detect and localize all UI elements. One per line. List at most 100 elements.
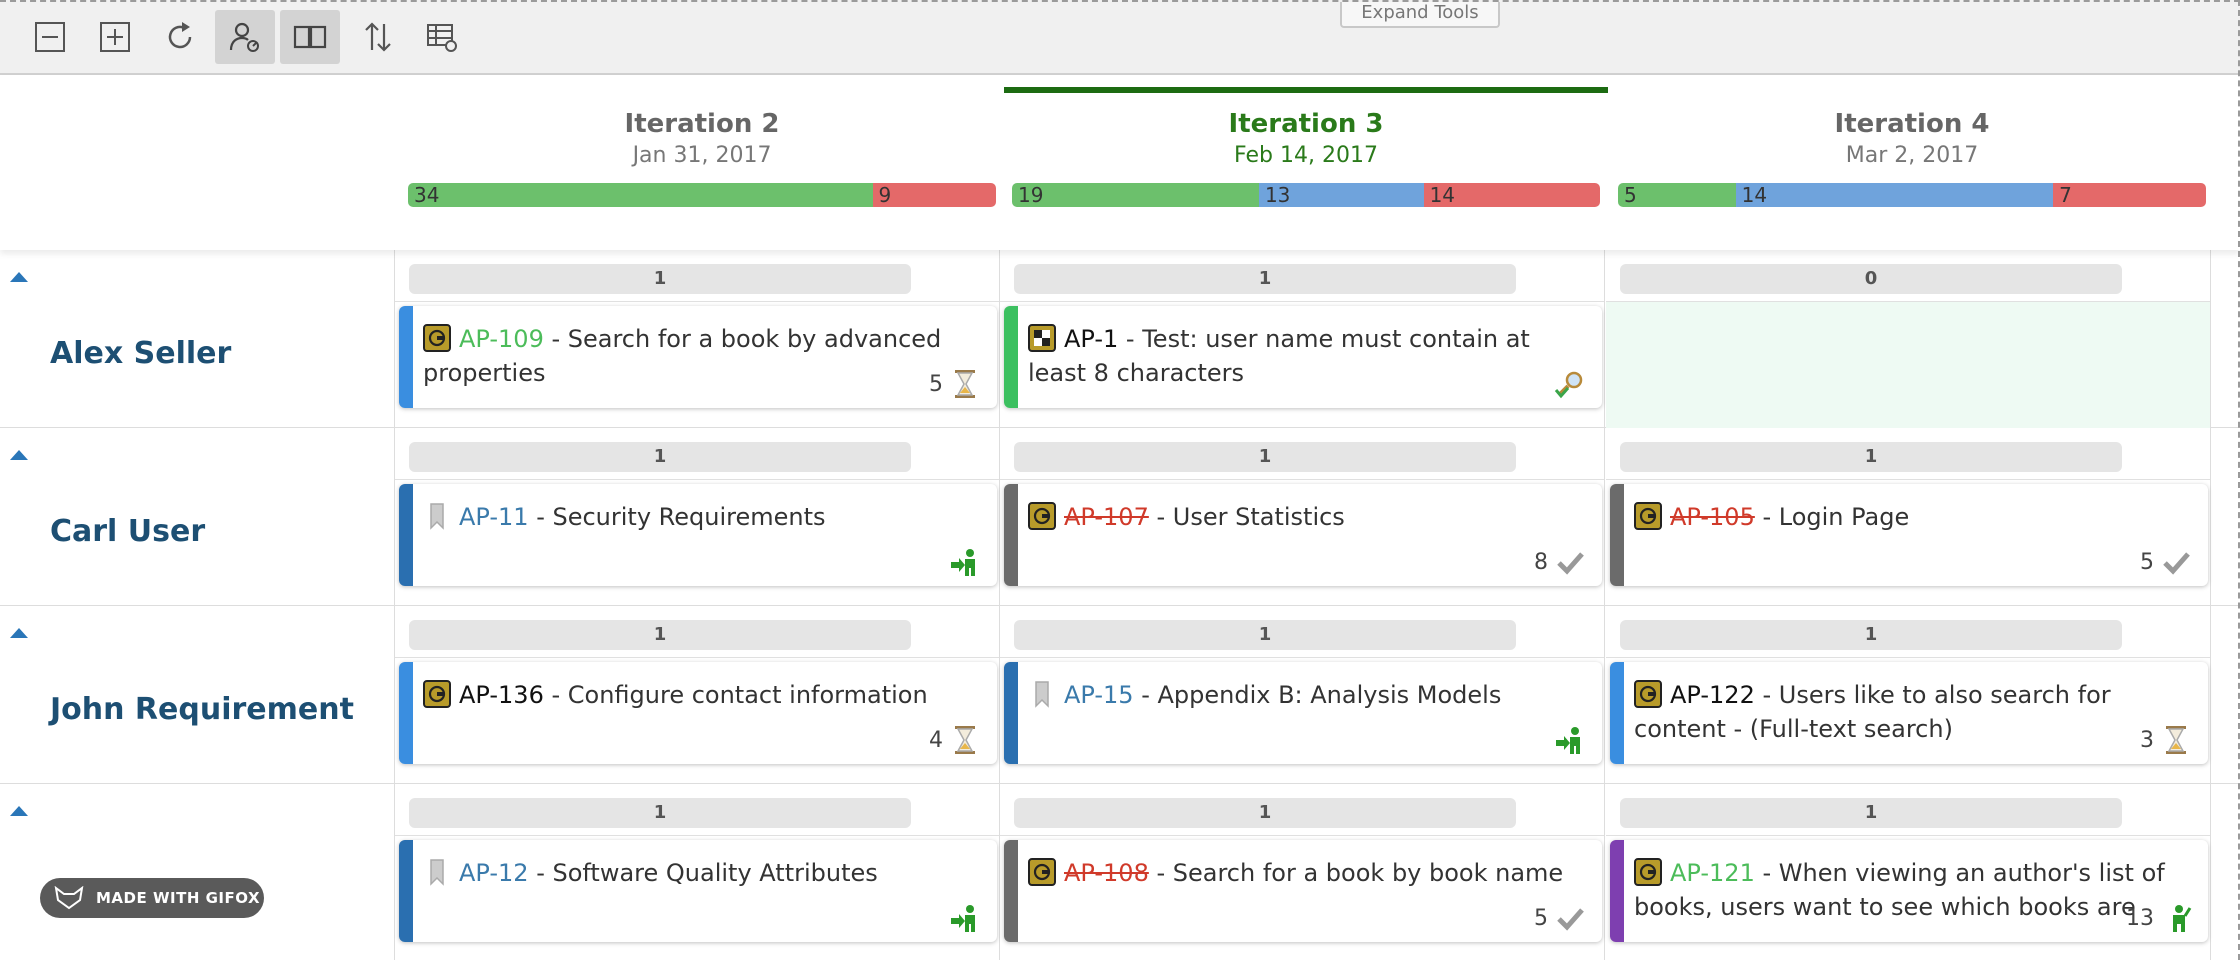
expand-all-icon[interactable] xyxy=(85,10,145,64)
item-key-link[interactable]: AP-15 xyxy=(1064,681,1134,709)
item-count-badge: 1 xyxy=(1014,620,1516,650)
divider xyxy=(1606,657,2210,658)
divider xyxy=(395,301,999,302)
divider xyxy=(1000,301,1604,302)
collapse-all-icon[interactable] xyxy=(20,10,80,64)
board-cell[interactable]: 1 AP-12 - Software Quality Attributes xyxy=(395,784,1000,960)
member-name[interactable]: Alex Seller xyxy=(50,336,231,371)
iteration-stats-bar: 34 9 xyxy=(408,183,996,207)
item-count-badge: 1 xyxy=(409,798,911,828)
divider xyxy=(1606,835,2210,836)
hourglass-icon xyxy=(955,370,975,398)
collapse-row-icon[interactable] xyxy=(10,272,28,282)
feature-icon xyxy=(1634,502,1662,530)
card-estimate xyxy=(943,898,981,938)
item-key-link[interactable]: AP-105 xyxy=(1670,503,1755,531)
expand-tools-button[interactable]: Expand Tools xyxy=(1340,2,1500,28)
item-title: - Search for a book by book name xyxy=(1148,859,1564,887)
fox-icon xyxy=(54,886,84,910)
card-text: AP-122 - Users like to also search for c… xyxy=(1634,678,2194,746)
work-item-card[interactable]: AP-107 - User Statistics 8 xyxy=(1004,484,1602,586)
iterations-header: Iteration 2 Jan 31, 2017 34 9 Iteration 3… xyxy=(0,75,2240,250)
estimate-value: 5 xyxy=(1534,905,1548,931)
collapse-row-icon[interactable] xyxy=(10,628,28,638)
item-key-link[interactable]: AP-12 xyxy=(459,859,529,887)
card-text: AP-136 - Configure contact information xyxy=(423,678,983,712)
board-cell[interactable]: 1 AP-121 - When viewing an author's list … xyxy=(1606,784,2211,960)
item-key-link[interactable]: AP-1 xyxy=(1064,325,1118,353)
card-status-stripe xyxy=(1004,484,1018,586)
item-key-link[interactable]: AP-107 xyxy=(1064,503,1149,531)
user-settings-icon[interactable] xyxy=(215,10,275,64)
card-estimate: 5 xyxy=(2140,542,2192,582)
member-name[interactable]: John Requirement xyxy=(50,692,354,727)
card-status-stripe xyxy=(399,484,413,586)
feature-icon xyxy=(1028,858,1056,886)
iteration-title: Iteration 4 xyxy=(1834,109,1990,139)
watermark-text: MADE WITH GIFOX xyxy=(96,889,261,907)
card-text: AP-12 - Software Quality Attributes xyxy=(423,856,983,890)
item-title: - User Statistics xyxy=(1148,503,1345,531)
item-key-link[interactable]: AP-122 xyxy=(1670,681,1755,709)
item-key-link[interactable]: AP-11 xyxy=(459,503,529,531)
swimlane-member-cell: Carl User xyxy=(0,428,395,606)
sort-icon[interactable] xyxy=(348,10,408,64)
iteration-date: Feb 14, 2017 xyxy=(1234,143,1378,168)
work-item-card[interactable]: AP-109 - Search for a book by advanced p… xyxy=(399,306,997,408)
estimate-value: 3 xyxy=(2140,727,2154,753)
table-settings-icon[interactable] xyxy=(412,10,472,64)
iteration-title: Iteration 2 xyxy=(624,109,780,139)
board-cell[interactable]: 1 AP-107 - User Statistics 8 xyxy=(1000,428,1605,606)
work-item-card[interactable]: AP-136 - Configure contact information 4 xyxy=(399,662,997,764)
split-view-icon[interactable] xyxy=(280,10,340,64)
collapse-row-icon[interactable] xyxy=(10,450,28,460)
swimlane-member-cell: Alex Seller xyxy=(0,250,395,428)
work-item-card[interactable]: AP-15 - Appendix B: Analysis Models xyxy=(1004,662,1602,764)
work-item-card[interactable]: AP-11 - Security Requirements xyxy=(399,484,997,586)
card-text: AP-11 - Security Requirements xyxy=(423,500,983,534)
drop-zone[interactable] xyxy=(1606,302,2210,428)
work-item-card[interactable]: AP-121 - When viewing an author's list o… xyxy=(1610,840,2208,942)
item-count-badge: 1 xyxy=(409,442,911,472)
card-status-stripe xyxy=(1610,840,1624,942)
item-key-link[interactable]: AP-109 xyxy=(459,325,544,353)
board-cell[interactable]: 1 AP-15 - Appendix B: Analysis Models xyxy=(1000,606,1605,784)
board-cell[interactable]: 1 AP-136 - Configure contact information 4 xyxy=(395,606,1000,784)
divider xyxy=(1000,479,1604,480)
checkmark-icon xyxy=(2163,552,2190,575)
item-title: - Security Requirements xyxy=(528,503,826,531)
work-item-card[interactable]: AP-108 - Search for a book by book name 5 xyxy=(1004,840,1602,942)
collapse-row-icon[interactable] xyxy=(10,806,28,816)
test-case-icon xyxy=(1028,324,1056,352)
board-cell[interactable]: 1 AP-108 - Search for a book by book name… xyxy=(1000,784,1605,960)
bookmark-icon xyxy=(430,859,444,886)
member-name[interactable]: Carl User xyxy=(50,514,205,549)
board-cell[interactable]: 1 AP-122 - Users like to also search for … xyxy=(1606,606,2211,784)
user-in-progress-icon xyxy=(2173,905,2192,932)
item-key-link[interactable]: AP-108 xyxy=(1064,859,1149,887)
board-cell[interactable]: 1 AP-11 - Security Requirements xyxy=(395,428,1000,606)
stat-segment-red: 14 xyxy=(1423,183,1600,207)
board-cell[interactable]: 1 AP-105 - Login Page 5 xyxy=(1606,428,2211,606)
iteration-column-3[interactable]: Iteration 3 Feb 14, 2017 19 13 14 xyxy=(1004,75,1608,250)
work-item-card[interactable]: AP-12 - Software Quality Attributes xyxy=(399,840,997,942)
board-cell[interactable]: 1 AP-109 - Search for a book by advanced … xyxy=(395,250,1000,428)
board-cell[interactable]: 0 xyxy=(1606,250,2211,428)
iteration-column-2[interactable]: Iteration 2 Jan 31, 2017 34 9 xyxy=(400,75,1004,250)
stat-segment-blue: 13 xyxy=(1258,183,1424,207)
card-status-stripe xyxy=(1004,840,1018,942)
work-item-card[interactable]: AP-1 - Test: user name must contain at l… xyxy=(1004,306,1602,408)
item-key-link[interactable]: AP-136 xyxy=(459,681,544,709)
item-count-badge: 1 xyxy=(1014,798,1516,828)
stat-segment-green: 5 xyxy=(1618,183,1736,207)
swimlane-member-cell: John Requirement xyxy=(0,606,395,784)
card-status-stripe xyxy=(1610,662,1624,764)
estimate-value: 13 xyxy=(2126,905,2154,931)
work-item-card[interactable]: AP-122 - Users like to also search for c… xyxy=(1610,662,2208,764)
estimate-value: 8 xyxy=(1534,549,1548,575)
board-cell[interactable]: 1 AP-1 - Test: user name must contain at … xyxy=(1000,250,1605,428)
item-key-link[interactable]: AP-121 xyxy=(1670,859,1755,887)
work-item-card[interactable]: AP-105 - Login Page 5 xyxy=(1610,484,2208,586)
refresh-icon[interactable] xyxy=(150,10,210,64)
iteration-column-4[interactable]: Iteration 4 Mar 2, 2017 5 14 7 xyxy=(1610,75,2214,250)
